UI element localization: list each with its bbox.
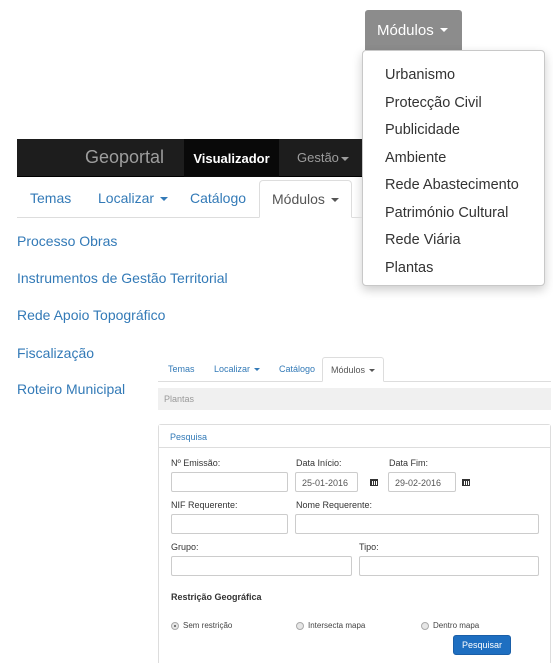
grupo-input[interactable] xyxy=(171,556,352,576)
tab-modulos-label: Módulos xyxy=(272,191,325,207)
inner-tab-catalogo[interactable]: Catálogo xyxy=(279,364,315,374)
brand-logo[interactable]: Geoportal xyxy=(85,147,164,168)
nif-input[interactable] xyxy=(171,514,288,534)
emissao-input[interactable] xyxy=(171,472,288,492)
nome-input[interactable] xyxy=(295,514,539,534)
radio-intersecta-mapa[interactable]: Intersecta mapa xyxy=(296,621,365,630)
caret-down-icon xyxy=(330,198,339,203)
menu-item-publicidade[interactable]: Publicidade xyxy=(363,117,544,145)
data-fim-input[interactable]: 29-02-2016 xyxy=(388,472,456,492)
radio-dentro-mapa[interactable]: Dentro mapa xyxy=(421,621,479,630)
caret-down-icon xyxy=(160,197,169,202)
sidebar-item-instrumentos-gestao[interactable]: Instrumentos de Gestão Territorial xyxy=(17,270,228,286)
sidebar-item-fiscalizacao[interactable]: Fiscalização xyxy=(17,345,94,361)
radio-label: Dentro mapa xyxy=(433,621,480,630)
inner-tab-modulos-label: Módulos xyxy=(331,365,366,375)
menu-item-rede-abastecimento[interactable]: Rede Abastecimento xyxy=(363,172,544,200)
data-inicio-input[interactable]: 25-01-2016 xyxy=(295,472,358,492)
sidebar-item-processo-obras[interactable]: Processo Obras xyxy=(17,233,117,249)
breadcrumb: Plantas xyxy=(158,388,551,410)
inner-tabs: Temas Localizar Catálogo Módulos xyxy=(158,357,551,382)
tab-catalogo[interactable]: Catálogo xyxy=(190,190,246,206)
radio-unchecked-icon xyxy=(421,621,429,630)
menu-item-ambiente[interactable]: Ambiente xyxy=(363,145,544,173)
main-tabs: Temas Localizar Catálogo Módulos xyxy=(17,180,362,218)
radio-unchecked-icon xyxy=(296,621,304,630)
modulos-dropdown-label: Módulos xyxy=(377,21,434,39)
tipo-input[interactable] xyxy=(359,556,539,576)
label-nome: Nome Requerente: xyxy=(296,500,373,510)
search-panel: Pesquisa Nº Emissão: Data Início: Data F… xyxy=(158,424,551,663)
calendar-icon[interactable] xyxy=(458,472,474,492)
breadcrumb-current: Plantas xyxy=(164,394,195,404)
menu-item-rede-viaria[interactable]: Rede Viária xyxy=(363,227,544,255)
label-nif: NIF Requerente: xyxy=(171,500,238,510)
caret-down-icon xyxy=(254,368,261,372)
menu-item-plantas[interactable]: Plantas xyxy=(363,255,544,283)
caret-down-icon xyxy=(439,28,448,32)
inner-tab-temas[interactable]: Temas xyxy=(168,364,195,374)
sidebar-item-roteiro-municipal[interactable]: Roteiro Municipal xyxy=(17,381,125,397)
label-grupo: Grupo: xyxy=(171,542,199,552)
radio-label: Sem restrição xyxy=(183,621,233,630)
radio-sem-restricao[interactable]: Sem restrição xyxy=(171,621,232,630)
nav-gestao[interactable]: Gestão xyxy=(297,150,349,165)
inner-tab-localizar-label: Localizar xyxy=(214,364,251,374)
inner-tab-modulos[interactable]: Módulos xyxy=(322,357,385,382)
menu-item-patrimonio-cultural[interactable]: Património Cultural xyxy=(363,200,544,228)
label-emissao: Nº Emissão: xyxy=(171,458,221,468)
radio-label: Intersecta mapa xyxy=(308,621,366,630)
section-restricao-geografica: Restrição Geográfica xyxy=(171,592,262,602)
inner-tab-localizar[interactable]: Localizar xyxy=(214,364,261,374)
nav-gestao-label: Gestão xyxy=(297,150,339,165)
modulos-dropdown-menu: Urbanismo Protecção Civil Publicidade Am… xyxy=(362,50,545,286)
label-data-fim: Data Fim: xyxy=(389,458,429,468)
caret-down-icon xyxy=(369,369,376,373)
radio-checked-icon xyxy=(171,621,179,630)
tab-localizar-label: Localizar xyxy=(98,190,155,206)
menu-item-proteccao-civil[interactable]: Protecção Civil xyxy=(363,90,544,118)
nav-visualizador[interactable]: Visualizador xyxy=(184,139,279,177)
sidebar-item-rede-apoio[interactable]: Rede Apoio Topográfico xyxy=(17,307,165,323)
pesquisar-button[interactable]: Pesquisar xyxy=(453,635,511,655)
label-tipo: Tipo: xyxy=(359,542,379,552)
modulos-dropdown-button[interactable]: Módulos xyxy=(365,10,462,50)
caret-down-icon xyxy=(340,156,349,161)
navbar: Geoportal Visualizador Gestão xyxy=(17,139,362,177)
menu-item-urbanismo[interactable]: Urbanismo xyxy=(363,62,544,90)
label-data-inicio: Data Início: xyxy=(296,458,342,468)
calendar-icon[interactable] xyxy=(366,472,382,492)
tab-temas[interactable]: Temas xyxy=(30,190,71,206)
panel-title: Pesquisa xyxy=(159,425,550,448)
tab-localizar[interactable]: Localizar xyxy=(98,190,169,206)
tab-modulos[interactable]: Módulos xyxy=(259,180,352,218)
